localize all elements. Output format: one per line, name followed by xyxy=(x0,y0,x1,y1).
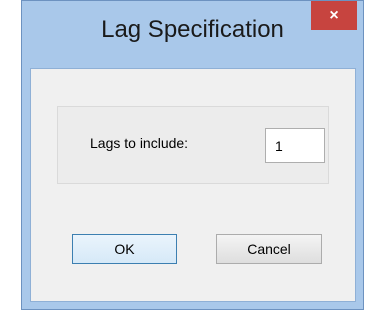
lags-input[interactable] xyxy=(265,128,325,163)
close-icon: × xyxy=(329,6,339,24)
close-button[interactable]: × xyxy=(311,1,357,30)
cancel-button[interactable]: Cancel xyxy=(216,234,322,264)
lags-group: Lags to include: xyxy=(57,106,329,184)
title-bar[interactable]: Lag Specification × xyxy=(22,1,363,68)
ok-button[interactable]: OK xyxy=(72,234,177,264)
lags-label: Lags to include: xyxy=(90,135,189,151)
lag-specification-dialog: Lag Specification × Lags to include: OK … xyxy=(21,0,364,310)
dialog-body: Lags to include: OK Cancel xyxy=(30,68,356,302)
